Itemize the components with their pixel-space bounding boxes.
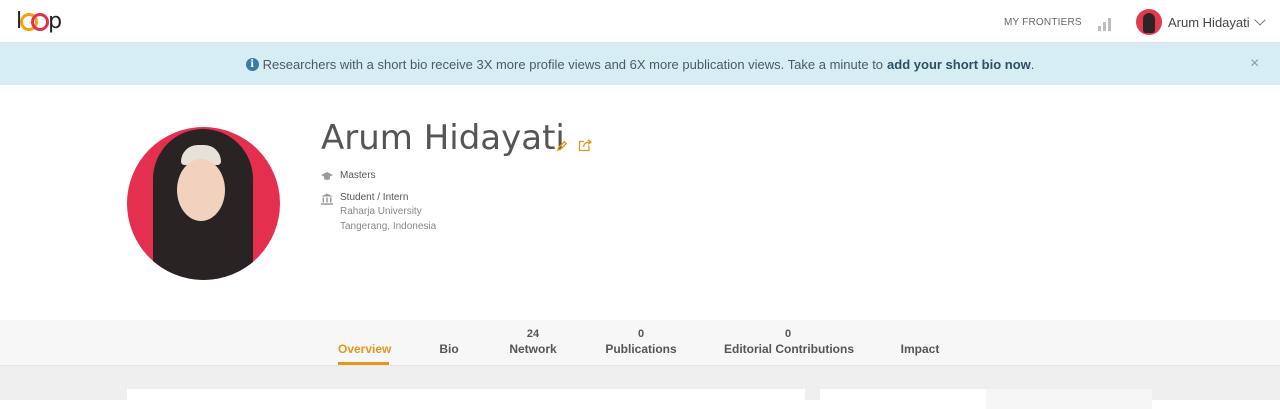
profile-tabs: Overview Bio 24 Network 0 Publications 0…	[0, 320, 1280, 366]
loop-logo[interactable]: lp	[16, 8, 62, 34]
top-nav: lp MY FRONTIERS Arum Hidayati	[0, 0, 1280, 43]
bar-chart-icon[interactable]	[1098, 17, 1112, 31]
user-name: Arum Hidayati	[1168, 14, 1250, 30]
degree-text: Masters	[340, 170, 376, 181]
side-card	[820, 389, 1152, 409]
publications-count: 0	[637, 328, 645, 340]
chevron-down-icon	[1253, 14, 1266, 26]
profile-name: Arum Hidayati	[321, 118, 565, 158]
tab-editorial-contributions[interactable]: 0 Editorial Contributions	[724, 328, 854, 356]
main-card	[127, 389, 805, 409]
tab-impact[interactable]: Impact	[899, 328, 941, 356]
info-icon: i	[245, 57, 259, 71]
tab-overview[interactable]: Overview	[338, 328, 391, 356]
banner-end: .	[1030, 56, 1035, 72]
close-icon[interactable]: ×	[1250, 55, 1259, 73]
pencil-icon[interactable]	[556, 140, 568, 152]
add-short-bio-link[interactable]: add your short bio now	[887, 57, 1031, 72]
location-text: Tangerang, Indonesia	[340, 221, 437, 232]
graduation-cap-icon	[321, 172, 333, 180]
position-text: Student / Intern	[340, 192, 409, 203]
tab-network[interactable]: 24 Network	[506, 328, 560, 356]
tab-publications[interactable]: 0 Publications	[605, 328, 677, 356]
user-avatar	[1136, 9, 1162, 35]
institution-text: Raharja University	[340, 206, 422, 217]
tab-bio[interactable]: Bio	[438, 328, 460, 356]
institution-icon	[321, 193, 333, 205]
profile-avatar	[127, 127, 280, 280]
my-frontiers-link[interactable]: MY FRONTIERS	[1004, 17, 1082, 28]
user-menu[interactable]: Arum Hidayati	[1136, 9, 1266, 35]
active-tab-indicator	[338, 362, 389, 365]
banner-text: Researchers with a short bio receive 3X …	[262, 56, 884, 72]
share-icon[interactable]	[578, 138, 594, 152]
editorial-count: 0	[784, 328, 792, 340]
network-count: 24	[526, 328, 540, 340]
bio-banner: i Researchers with a short bio receive 3…	[0, 43, 1280, 85]
